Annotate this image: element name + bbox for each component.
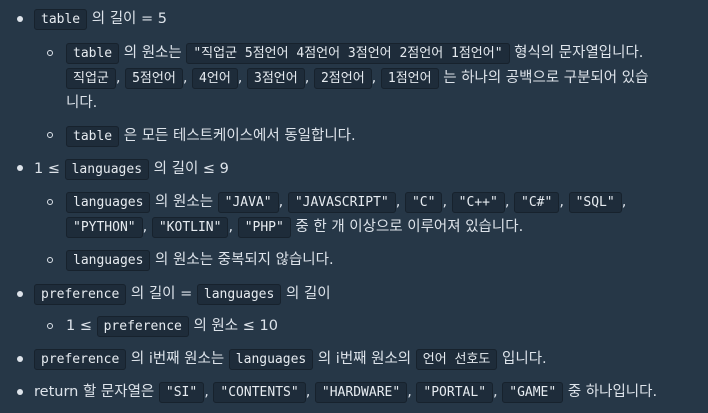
inline-code: "KOTLIN" <box>151 217 229 238</box>
inline-code: 4언어 <box>192 68 238 89</box>
text-segment: 의 i번째 원소는 <box>126 351 229 367</box>
constraint-line: languages 의 원소는 "JAVA", "JAVASCRIPT", "C… <box>66 190 626 214</box>
inline-code: 5점언어 <box>125 68 183 89</box>
text-segment: 의 길이 = <box>126 286 197 302</box>
text-segment: 은 모든 테스트케이스에서 동일합니다. <box>119 128 356 144</box>
constraint-line: 직업군, 5점언어, 4언어, 3점언어, 2점언어, 1점언어 는 하나의 공… <box>66 66 648 90</box>
sub-bullet-icon <box>47 257 53 263</box>
text-segment: , <box>504 194 515 210</box>
text-segment: , <box>559 194 569 210</box>
inline-code: languages <box>64 159 150 180</box>
bullet-icon <box>17 291 23 297</box>
constraint-line: languages 의 원소는 중복되지 않습니다. <box>66 248 334 272</box>
inline-code: "GAME" <box>502 382 564 403</box>
inline-code: languages <box>196 284 282 305</box>
sub-bullet-icon <box>47 199 53 205</box>
inline-code: 1점언어 <box>380 68 439 89</box>
text-segment: , <box>228 219 238 235</box>
text-segment: 중 하나입니다. <box>563 384 658 400</box>
text-segment: 는 하나의 공백으로 구분되어 있습 <box>438 70 649 86</box>
constraints-document: table 의 길이 = 5 table 의 원소는 "직업군 5점언어 4점언… <box>0 0 708 413</box>
constraint-line: return 할 문자열은 "SI", "CONTENTS", "HARDWAR… <box>34 380 657 404</box>
constraint-line: preference 의 i번째 원소는 languages 의 i번째 원소의… <box>34 347 547 371</box>
sub-bullet-icon <box>47 50 53 56</box>
text-segment: , <box>395 194 405 210</box>
constraint-line: 1 ≤ preference 의 원소 ≤ 10 <box>66 314 278 338</box>
text-segment: 의 i번째 원소의 <box>313 351 416 367</box>
constraint-line: 니다. <box>66 91 97 115</box>
sub-bullet-icon <box>47 132 53 138</box>
inline-code: languages <box>66 250 151 271</box>
bullet-icon <box>17 389 23 395</box>
inline-code: 언어 선호도 <box>415 349 498 370</box>
inline-code: "C++" <box>451 192 505 213</box>
inline-code: "HARDWARE" <box>314 382 408 403</box>
inline-code: "JAVA" <box>217 192 279 213</box>
constraint-line: "PYTHON", "KOTLIN", "PHP" 중 한 개 이상으로 이루어… <box>66 215 523 239</box>
constraint-line: table 의 원소는 "직업군 5점언어 4점언어 3점언어 2점언어 1점언… <box>66 41 643 65</box>
text-segment: , <box>442 194 452 210</box>
inline-code: "C#" <box>514 192 560 213</box>
constraint-line: preference 의 길이 = languages 의 길이 <box>34 282 331 306</box>
text-segment: 의 원소는 중복되지 않습니다. <box>150 252 334 268</box>
inline-code: "PORTAL" <box>416 382 494 403</box>
text-segment: , <box>621 194 627 210</box>
inline-code: "PHP" <box>237 217 291 238</box>
inline-code: "C" <box>404 192 443 213</box>
sub-bullet-icon <box>47 323 53 329</box>
inline-code: preference <box>34 349 127 370</box>
text-segment: , <box>371 70 381 86</box>
inline-code: table <box>34 9 88 30</box>
text-segment: , <box>115 70 126 86</box>
text-segment: 니다. <box>66 95 98 111</box>
text-segment: , <box>237 70 248 86</box>
inline-code: preference <box>34 284 127 305</box>
bullet-icon <box>17 356 23 362</box>
inline-code: languages <box>66 192 151 213</box>
text-segment: 입니다. <box>497 351 547 367</box>
inline-code: 2점언어 <box>313 68 372 89</box>
text-segment: 의 길이 <box>281 286 331 302</box>
inline-code: table <box>66 43 120 64</box>
inline-code: "JAVASCRIPT" <box>287 192 396 213</box>
bullet-icon <box>17 16 23 22</box>
text-segment: 의 원소는 <box>119 45 187 61</box>
inline-code: preference <box>96 316 189 337</box>
constraint-line: table 은 모든 테스트케이스에서 동일합니다. <box>66 124 356 148</box>
bullet-icon <box>17 165 23 171</box>
text-segment: 의 원소는 <box>150 194 218 210</box>
text-segment: , <box>278 194 288 210</box>
text-segment: 의 원소 ≤ 10 <box>188 318 278 334</box>
inline-code: "SQL" <box>568 192 622 213</box>
inline-code: "직업군 5점언어 4점언어 3점언어 2점언어 1점언어" <box>186 43 510 64</box>
inline-code: "CONTENTS" <box>213 382 306 403</box>
constraint-line: 1 ≤ languages 의 길이 ≤ 9 <box>34 157 229 181</box>
text-segment: 중 한 개 이상으로 이루어져 있습니다. <box>290 219 524 235</box>
text-segment: 1 ≤ <box>66 318 97 334</box>
inline-code: 직업군 <box>66 68 116 89</box>
text-segment: , <box>142 219 152 235</box>
inline-code: languages <box>228 349 314 370</box>
inline-code: 3점언어 <box>247 68 305 89</box>
text-segment: 형식의 문자열입니다. <box>509 45 644 61</box>
text-segment: , <box>304 70 314 86</box>
text-segment: , <box>305 384 315 400</box>
constraint-line: table 의 길이 = 5 <box>34 7 167 31</box>
text-segment: 의 길이 ≤ 9 <box>149 161 229 177</box>
inline-code: "PYTHON" <box>66 217 143 238</box>
inline-code: table <box>66 126 120 147</box>
text-segment: 1 ≤ <box>34 161 65 177</box>
text-segment: 의 길이 = 5 <box>87 11 167 27</box>
inline-code: "SI" <box>158 382 205 403</box>
text-segment: , <box>493 384 503 400</box>
text-segment: , <box>182 70 193 86</box>
text-segment: return 할 문자열은 <box>34 384 159 400</box>
